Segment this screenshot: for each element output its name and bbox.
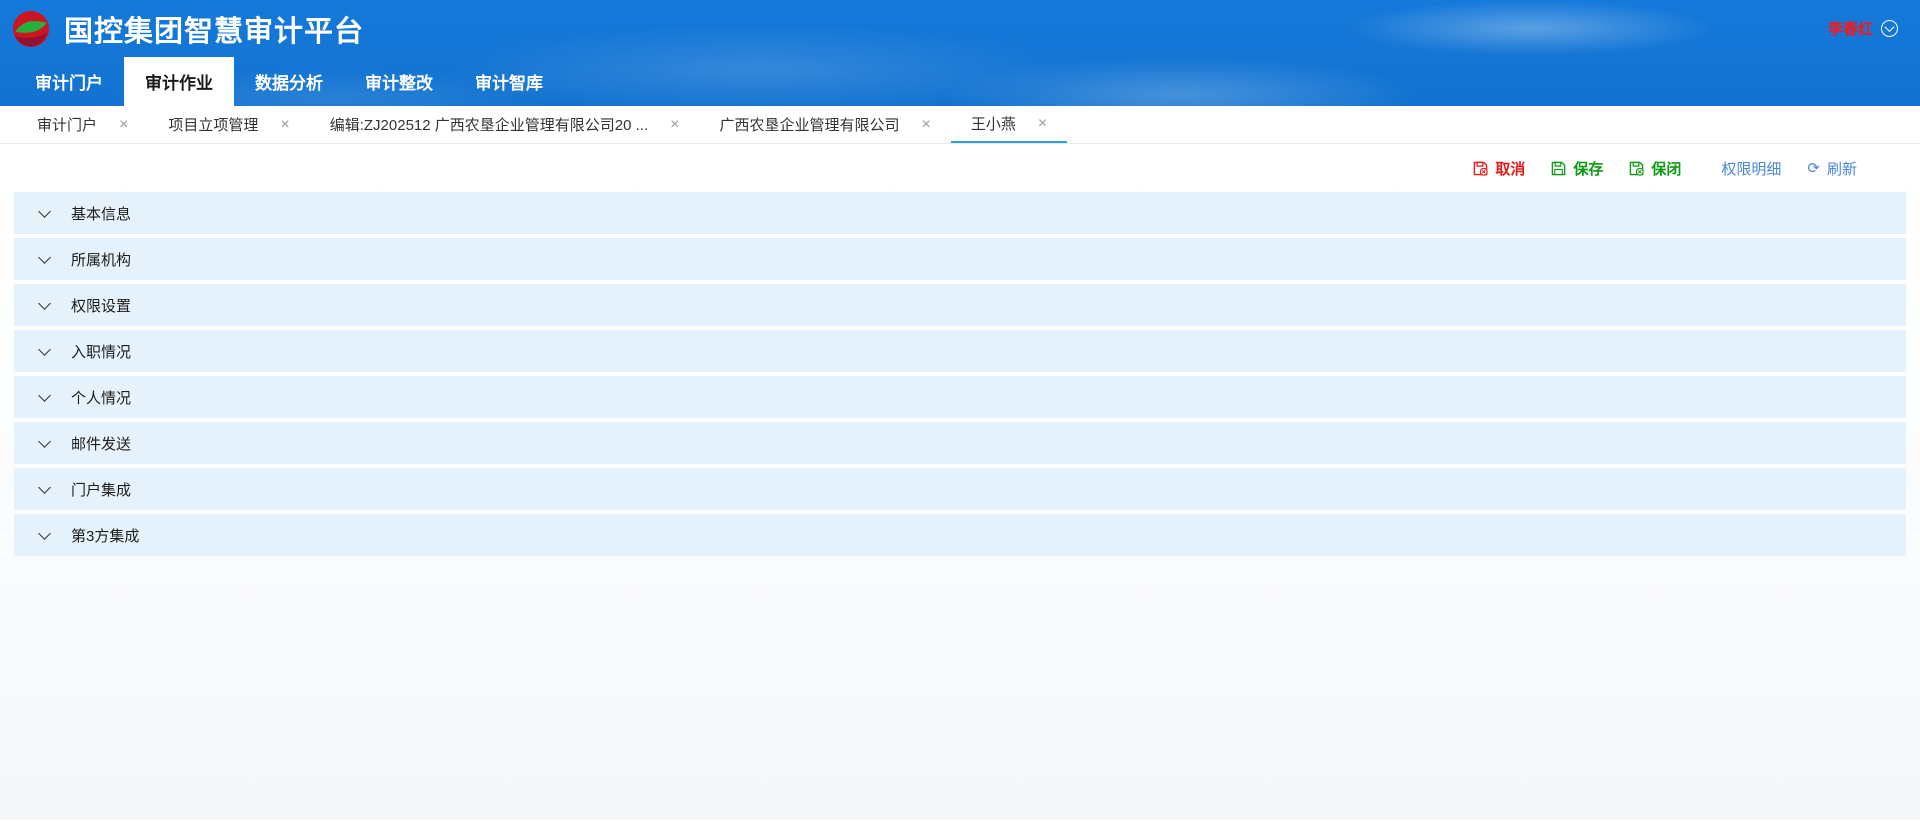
- accordion-label: 个人情况: [71, 387, 131, 408]
- bottom-strip: [0, 820, 1920, 839]
- refresh-button[interactable]: ⟳ 刷新: [1807, 158, 1857, 179]
- doc-tab-audit-portal[interactable]: 审计门户 ×: [17, 106, 148, 143]
- close-icon[interactable]: ×: [922, 116, 931, 134]
- nav-item-audit-work[interactable]: 审计作业: [124, 57, 234, 106]
- save-close-label: 保闭: [1651, 158, 1681, 179]
- chevron-down-icon: [38, 343, 51, 356]
- doc-tab-label: 项目立项管理: [168, 114, 258, 135]
- cancel-label: 取消: [1495, 158, 1525, 179]
- accordion-section-thirdparty-integration[interactable]: 第3方集成: [14, 514, 1906, 556]
- doc-tab-label: 广西农垦企业管理有限公司: [719, 114, 899, 135]
- chevron-down-icon: [38, 527, 51, 540]
- accordion-section-mail[interactable]: 邮件发送: [14, 422, 1906, 464]
- doc-tab-label: 编辑:ZJ202512 广西农垦企业管理有限公司20 ...: [330, 114, 648, 135]
- chevron-down-icon: [38, 251, 51, 264]
- page-title: 国控集团智慧审计平台: [64, 8, 364, 50]
- main-nav: 审计门户 审计作业 数据分析 审计整改 审计智库: [0, 57, 1920, 106]
- close-icon[interactable]: ×: [280, 116, 289, 134]
- save-icon: [1551, 161, 1566, 176]
- chevron-down-icon: [38, 481, 51, 494]
- close-icon[interactable]: ×: [670, 116, 679, 134]
- accordion-label: 所属机构: [71, 249, 131, 270]
- doc-tab-label: 王小燕: [971, 113, 1016, 134]
- toolbar: 取消 保存 保闭 权限明细: [0, 144, 1920, 192]
- accordion-section-permissions[interactable]: 权限设置: [14, 284, 1906, 326]
- content-area: 取消 保存 保闭 权限明细: [0, 144, 1920, 820]
- accordion-panel: 基本信息 所属机构 权限设置 入职情况 个人情况 邮件发送: [0, 192, 1920, 560]
- accordion-section-organization[interactable]: 所属机构: [14, 238, 1906, 280]
- cancel-button[interactable]: 取消: [1473, 158, 1525, 179]
- save-label: 保存: [1573, 158, 1603, 179]
- refresh-icon: ⟳: [1807, 161, 1820, 176]
- accordion-section-portal-integration[interactable]: 门户集成: [14, 468, 1906, 510]
- user-menu-chevron-icon[interactable]: [1881, 20, 1898, 37]
- doc-tab-project-setup[interactable]: 项目立项管理 ×: [148, 106, 309, 143]
- top-band: 国控集团智慧审计平台 李春红 审计门户 审计作业 数据分析 审计整改 审计智库: [0, 0, 1920, 106]
- refresh-label: 刷新: [1827, 158, 1857, 179]
- accordion-section-personal[interactable]: 个人情况: [14, 376, 1906, 418]
- nav-item-data-analysis[interactable]: 数据分析: [234, 57, 344, 106]
- nav-item-audit-knowledge[interactable]: 审计智库: [454, 57, 564, 106]
- chevron-down-icon: [38, 389, 51, 402]
- chevron-down-icon: [38, 205, 51, 218]
- company-logo-icon: [12, 10, 50, 48]
- save-close-button[interactable]: 保闭: [1629, 158, 1681, 179]
- close-icon[interactable]: ×: [119, 116, 128, 134]
- permission-detail-button[interactable]: 权限明细: [1721, 158, 1781, 179]
- save-button[interactable]: 保存: [1551, 158, 1603, 179]
- accordion-label: 基本信息: [71, 203, 131, 224]
- permission-detail-label: 权限明细: [1721, 158, 1781, 179]
- document-tab-bar: 审计门户 × 项目立项管理 × 编辑:ZJ202512 广西农垦企业管理有限公司…: [0, 106, 1920, 144]
- accordion-label: 权限设置: [71, 295, 131, 316]
- close-icon[interactable]: ×: [1038, 115, 1047, 133]
- doc-tab-label: 审计门户: [37, 114, 97, 135]
- app-header: 国控集团智慧审计平台 李春红: [0, 0, 1920, 57]
- accordion-section-basic-info[interactable]: 基本信息: [14, 192, 1906, 234]
- accordion-label: 第3方集成: [71, 525, 139, 546]
- doc-tab-edit-zj202512[interactable]: 编辑:ZJ202512 广西农垦企业管理有限公司20 ... ×: [310, 106, 700, 143]
- nav-item-audit-rectify[interactable]: 审计整改: [344, 57, 454, 106]
- doc-tab-wangxiaoyan[interactable]: 王小燕 ×: [951, 106, 1067, 143]
- save-cancel-icon: [1473, 161, 1488, 176]
- nav-item-audit-portal[interactable]: 审计门户: [14, 57, 124, 106]
- accordion-label: 入职情况: [71, 341, 131, 362]
- chevron-down-icon: [38, 435, 51, 448]
- doc-tab-company[interactable]: 广西农垦企业管理有限公司 ×: [699, 106, 950, 143]
- user-name[interactable]: 李春红: [1828, 18, 1873, 39]
- app-window: 国控集团智慧审计平台 李春红 审计门户 审计作业 数据分析 审计整改 审计智库 …: [0, 0, 1920, 839]
- accordion-label: 门户集成: [71, 479, 131, 500]
- accordion-label: 邮件发送: [71, 433, 131, 454]
- accordion-section-onboarding[interactable]: 入职情况: [14, 330, 1906, 372]
- save-close-icon: [1629, 161, 1644, 176]
- chevron-down-icon: [38, 297, 51, 310]
